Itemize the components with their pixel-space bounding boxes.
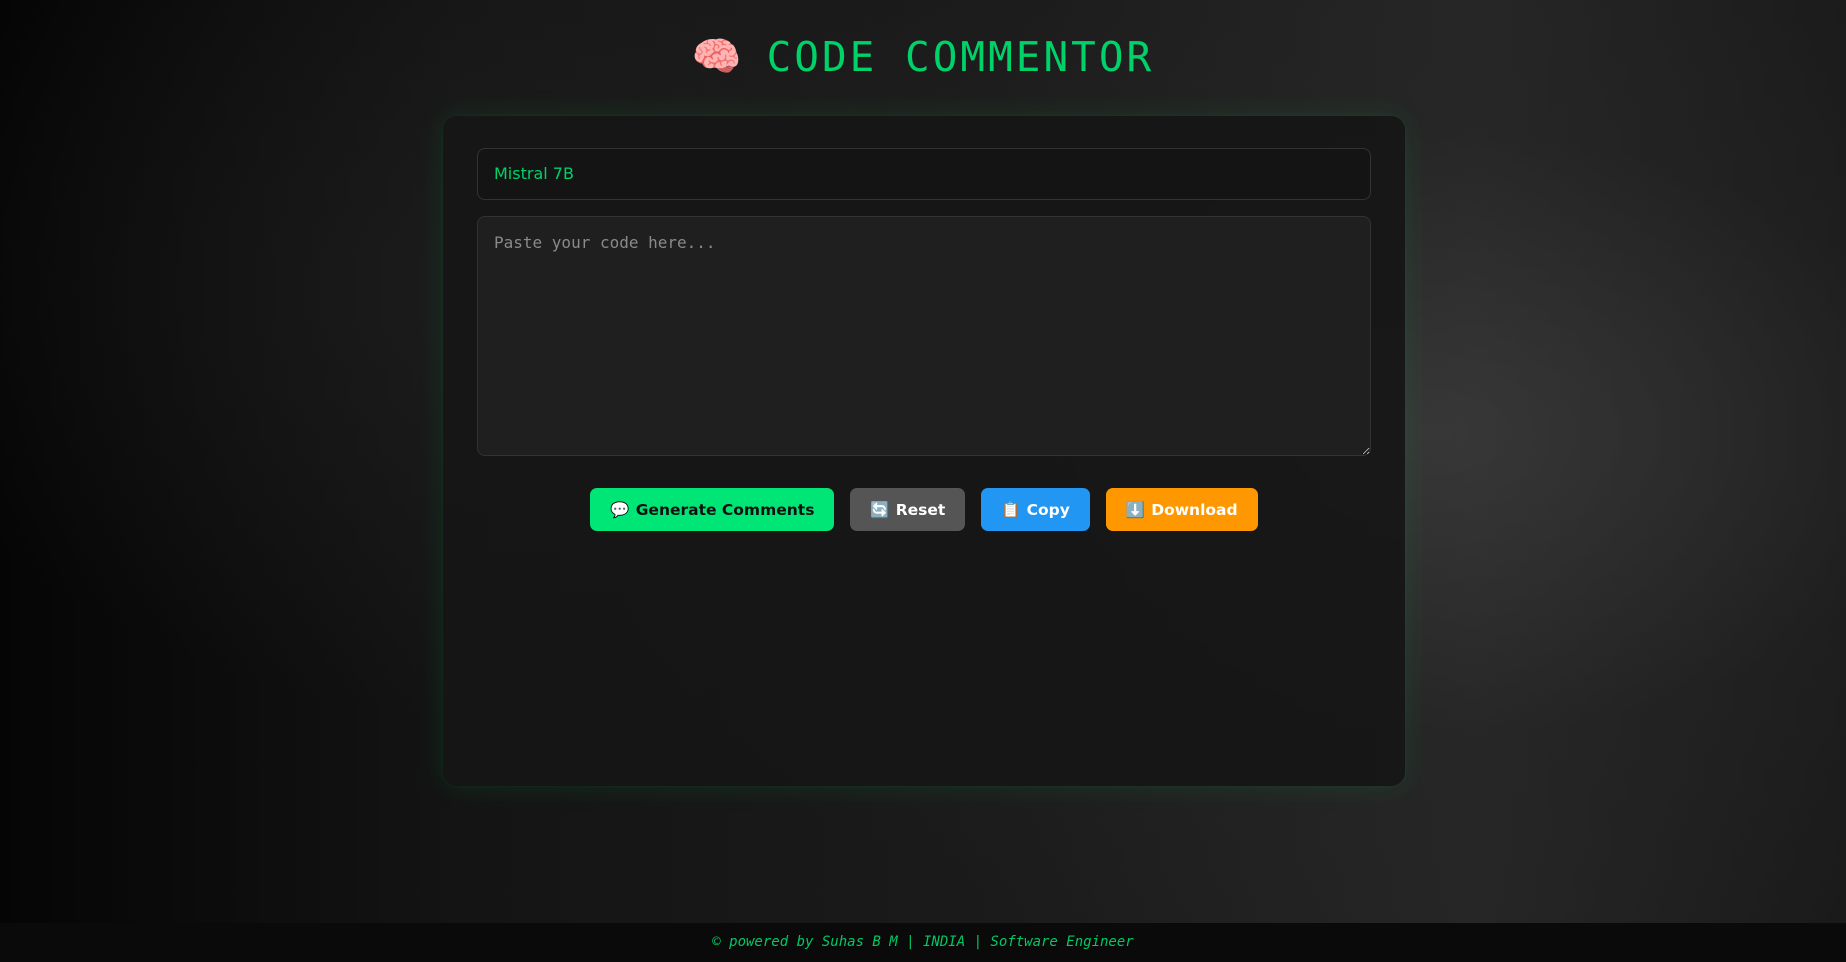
speech-bubble-icon: 💬 — [610, 500, 630, 519]
model-select[interactable]: Mistral 7B — [477, 148, 1371, 200]
page-title-text: CODE COMMENTOR — [766, 33, 1155, 81]
download-arrow-icon: ⬇️ — [1125, 500, 1146, 519]
refresh-icon: 🔄 — [870, 500, 890, 519]
download-label: Download — [1151, 500, 1238, 519]
copy-label: Copy — [1026, 500, 1070, 519]
clipboard-icon: 📋 — [1001, 500, 1021, 519]
reset-button[interactable]: 🔄 Reset — [850, 488, 966, 531]
footer-text: © powered by Suhas B M | INDIA | Softwar… — [712, 934, 1134, 950]
download-button[interactable]: ⬇️ Download — [1105, 488, 1258, 531]
model-select-value: Mistral 7B — [494, 164, 574, 183]
main-card: Mistral 7B 💬 Generate Comments 🔄 Reset 📋… — [443, 116, 1405, 786]
copy-button[interactable]: 📋 Copy — [981, 488, 1090, 531]
brain-icon: 🧠 — [691, 34, 745, 80]
action-buttons: 💬 Generate Comments 🔄 Reset 📋 Copy ⬇️ Do… — [443, 488, 1405, 531]
reset-label: Reset — [895, 500, 946, 519]
page-title: 🧠 CODE COMMENTOR — [0, 32, 1846, 82]
code-input[interactable] — [477, 216, 1371, 456]
generate-comments-button[interactable]: 💬 Generate Comments — [590, 488, 835, 531]
generate-comments-label: Generate Comments — [635, 500, 815, 519]
footer: © powered by Suhas B M | INDIA | Softwar… — [0, 923, 1846, 962]
